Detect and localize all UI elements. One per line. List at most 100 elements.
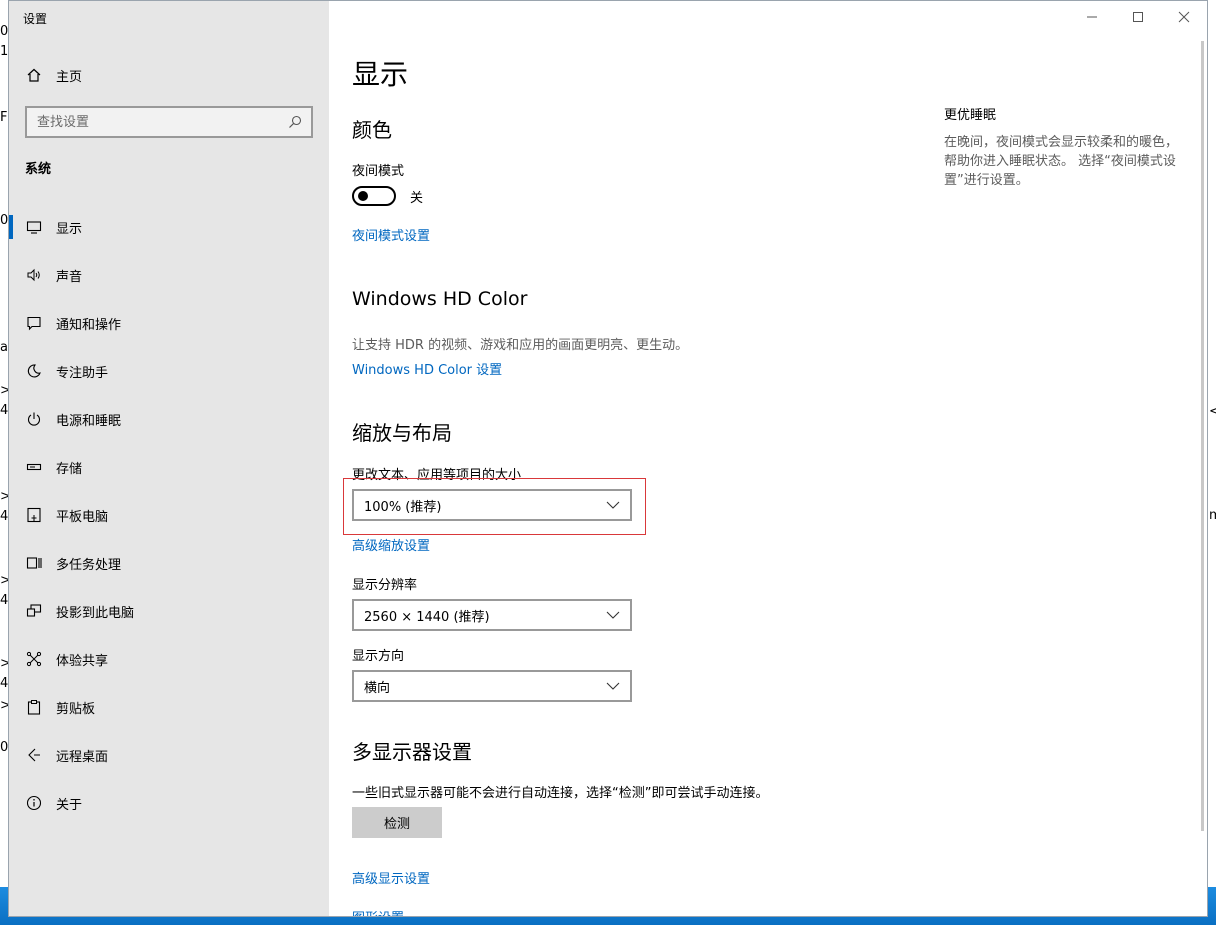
- sidebar-item-label: 通知和操作: [56, 317, 122, 333]
- window-controls: [1069, 1, 1207, 33]
- sidebar: 设置 主页 系统 显示 声音 通知和操作: [9, 1, 329, 916]
- sidebar-item-label: 电源和睡眠: [56, 413, 122, 429]
- hdr-settings-link[interactable]: Windows HD Color 设置: [352, 359, 502, 378]
- storage-icon: [25, 458, 43, 476]
- remote-icon: [25, 746, 43, 764]
- background-window-left-edge: 0 1 F 0 al > 4 > 4 > 4 > 4 > 0/: [0, 0, 8, 925]
- moon-icon: [25, 362, 43, 380]
- nav-home[interactable]: 主页: [25, 63, 82, 87]
- graphics-settings-link[interactable]: 图形设置: [352, 907, 404, 916]
- bg-fragment: >: [0, 698, 8, 713]
- section-heading-multiple-displays: 多显示器设置: [352, 740, 472, 764]
- sidebar-item-label: 平板电脑: [56, 509, 109, 525]
- sidebar-item-power-sleep[interactable]: 电源和睡眠: [9, 395, 329, 443]
- chevron-down-icon: [606, 611, 620, 619]
- sidebar-item-project[interactable]: 投影到此电脑: [9, 587, 329, 635]
- hdr-description: 让支持 HDR 的视频、游戏和应用的画面更明亮、更生动。: [352, 338, 689, 353]
- orientation-dropdown-value: 横向: [364, 680, 391, 696]
- sidebar-item-focus-assist[interactable]: 专注助手: [9, 347, 329, 395]
- advanced-scaling-link[interactable]: 高级缩放设置: [352, 535, 430, 554]
- sidebar-item-shared-experiences[interactable]: 体验共享: [9, 635, 329, 683]
- bg-fragment: 1: [0, 44, 8, 59]
- sidebar-item-label: 多任务处理: [56, 557, 122, 573]
- project-icon: [25, 602, 43, 620]
- multitask-icon: [25, 554, 43, 572]
- sidebar-item-multitasking[interactable]: 多任务处理: [9, 539, 329, 587]
- bg-fragment: 4: [0, 509, 8, 524]
- sidebar-item-tablet[interactable]: 平板电脑: [9, 491, 329, 539]
- background-window-right-edge: < m: [1209, 0, 1216, 925]
- toggle-thumb: [358, 191, 368, 201]
- night-light-toggle[interactable]: 关: [352, 186, 423, 206]
- aside-title: 更优睡眠: [944, 108, 997, 123]
- search-input[interactable]: [27, 113, 285, 131]
- search-box[interactable]: [25, 106, 313, 138]
- share-icon: [25, 650, 43, 668]
- bg-fragment: >: [0, 383, 8, 398]
- sidebar-item-sound[interactable]: 声音: [9, 251, 329, 299]
- tablet-icon: [25, 506, 43, 524]
- monitor-icon: [25, 218, 43, 236]
- minimize-button[interactable]: [1069, 1, 1115, 33]
- bg-fragment: <: [1209, 404, 1216, 419]
- multiple-displays-description: 一些旧式显示器可能不会进行自动连接，选择“检测”即可尝试手动连接。: [352, 786, 769, 801]
- advanced-display-settings-link[interactable]: 高级显示设置: [352, 868, 430, 887]
- night-light-settings-link[interactable]: 夜间模式设置: [352, 225, 430, 244]
- bg-fragment: 4: [0, 403, 8, 418]
- resolution-dropdown-value: 2560 × 1440 (推荐): [364, 609, 490, 625]
- scrollbar[interactable]: [1201, 41, 1204, 831]
- main-content: 显示 颜色 夜间模式 关 夜间模式设置 Windows HD Color 让支持…: [352, 1, 912, 916]
- night-light-label: 夜间模式: [352, 164, 405, 179]
- bg-fragment: >: [0, 489, 8, 504]
- sidebar-item-label: 远程桌面: [56, 749, 109, 765]
- search-icon[interactable]: [285, 115, 305, 129]
- bg-fragment: >: [0, 656, 8, 671]
- bg-fragment: m: [1209, 508, 1216, 523]
- info-icon: [25, 794, 43, 812]
- sidebar-item-clipboard[interactable]: 剪贴板: [9, 683, 329, 731]
- bg-fragment: 0: [0, 24, 8, 39]
- power-icon: [25, 410, 43, 428]
- sidebar-item-display[interactable]: 显示: [9, 203, 329, 251]
- settings-window: 设置 主页 系统 显示 声音 通知和操作: [8, 0, 1208, 917]
- app-title: 设置: [23, 12, 48, 26]
- clipboard-icon: [25, 698, 43, 716]
- maximize-button[interactable]: [1115, 1, 1161, 33]
- detect-button[interactable]: 检测: [352, 807, 442, 838]
- close-button[interactable]: [1161, 1, 1207, 33]
- sidebar-item-label: 剪贴板: [56, 701, 96, 717]
- home-icon: [25, 66, 43, 84]
- sidebar-item-storage[interactable]: 存储: [9, 443, 329, 491]
- aside-description: 在晚间，夜间模式会显示较柔和的暖色，帮助你进入睡眠状态。 选择“夜间模式设置”进…: [944, 135, 1179, 188]
- speaker-icon: [25, 266, 43, 284]
- resolution-dropdown[interactable]: 2560 × 1440 (推荐): [352, 599, 632, 631]
- orientation-dropdown[interactable]: 横向: [352, 670, 632, 702]
- sidebar-item-notifications[interactable]: 通知和操作: [9, 299, 329, 347]
- sidebar-item-label: 声音: [56, 269, 83, 285]
- sidebar-section-system: 系统: [25, 162, 52, 177]
- toggle-track[interactable]: [352, 186, 396, 206]
- sidebar-nav: 显示 声音 通知和操作 专注助手 电源和睡眠 存储 平板电脑 多任务处理 投影到…: [9, 203, 329, 827]
- toggle-state-text: 关: [410, 190, 424, 206]
- nav-home-label: 主页: [56, 69, 83, 85]
- related-help-panel: 更优睡眠 在晚间，夜间模式会显示较柔和的暖色，帮助你进入睡眠状态。 选择“夜间模…: [944, 104, 1184, 190]
- highlight-box: [343, 478, 646, 535]
- bg-fragment: 4: [0, 676, 8, 691]
- bg-fragment: F: [0, 110, 8, 125]
- notification-icon: [25, 314, 43, 332]
- sidebar-item-label: 专注助手: [56, 365, 109, 381]
- sidebar-item-label: 存储: [56, 461, 83, 477]
- bg-fragment: al: [0, 340, 8, 355]
- maximize-icon: [1133, 12, 1143, 22]
- minimize-icon: [1087, 16, 1097, 18]
- bg-fragment: >: [0, 573, 8, 588]
- sidebar-item-about[interactable]: 关于: [9, 779, 329, 827]
- section-heading-color: 颜色: [352, 118, 392, 142]
- chevron-down-icon: [606, 682, 620, 690]
- bg-fragment: 0/: [0, 740, 8, 755]
- section-heading-hdr: Windows HD Color: [352, 288, 528, 310]
- sidebar-item-remote-desktop[interactable]: 远程桌面: [9, 731, 329, 779]
- page-title: 显示: [352, 58, 409, 91]
- bg-fragment: 4: [0, 593, 8, 608]
- resolution-label: 显示分辨率: [352, 578, 418, 593]
